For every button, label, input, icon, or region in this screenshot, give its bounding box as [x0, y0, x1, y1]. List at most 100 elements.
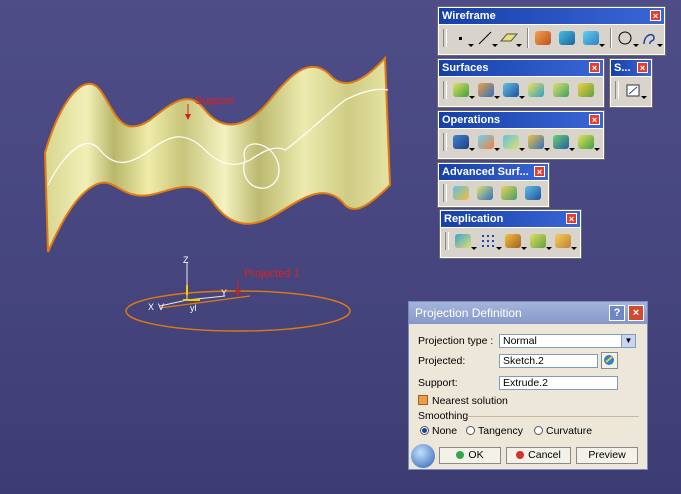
intersection-button[interactable]: [557, 28, 576, 48]
cancel-icon: [516, 451, 525, 459]
grip-handle[interactable]: [445, 232, 449, 250]
repetition-button[interactable]: [453, 231, 477, 251]
close-icon[interactable]: ×: [650, 10, 661, 21]
boundary-button[interactable]: [501, 132, 525, 152]
close-icon[interactable]: ×: [566, 213, 577, 224]
chevron-down-icon[interactable]: ▼: [621, 335, 635, 347]
plane-icon: [499, 33, 518, 42]
catalog-button[interactable]: [553, 231, 577, 251]
line-icon: [478, 31, 491, 45]
line-button[interactable]: [475, 28, 499, 48]
sketch-toolbar: S... ×: [609, 58, 653, 108]
close-icon[interactable]: ×: [534, 166, 545, 177]
close-icon[interactable]: ×: [589, 62, 600, 73]
close-icon[interactable]: ×: [589, 114, 600, 125]
dialog-title-bar[interactable]: Projection Definition ? ×: [409, 302, 647, 324]
circle-button[interactable]: [616, 28, 639, 48]
replication-toolbar-title[interactable]: Replication ×: [441, 211, 580, 227]
wrap-curve-button[interactable]: [475, 183, 494, 203]
select-icon: [604, 355, 614, 365]
loft-button[interactable]: [551, 80, 571, 100]
sweep-icon: [503, 83, 519, 97]
projected-label: Projected:: [418, 355, 466, 367]
surfaces-toolbar-title[interactable]: Surfaces ×: [439, 60, 603, 76]
blend-icon: [578, 83, 594, 97]
sweep-button[interactable]: [501, 80, 525, 100]
wrap-surface-icon: [501, 186, 518, 200]
close-icon[interactable]: ×: [637, 62, 648, 73]
operations-toolbar: Operations ×: [437, 110, 605, 160]
join-button[interactable]: [451, 132, 475, 152]
dialog-title: Projection Definition: [415, 306, 522, 320]
sketch-button[interactable]: [623, 80, 647, 100]
extrude-button[interactable]: [451, 80, 475, 100]
pattern-button[interactable]: [478, 231, 502, 251]
preview-button[interactable]: Preview: [576, 447, 638, 464]
extrapolate-button[interactable]: [576, 132, 600, 152]
wrap-curve-icon: [476, 186, 493, 200]
translate-icon: [553, 135, 569, 149]
close-button[interactable]: ×: [628, 305, 644, 321]
bump-button[interactable]: [451, 183, 470, 203]
repetition-icon: [455, 234, 471, 248]
offset-surface-button[interactable]: [476, 80, 500, 100]
smoothing-divider: [467, 416, 639, 417]
fillet-button[interactable]: [526, 132, 550, 152]
powercopy-icon: [505, 234, 521, 248]
support-field[interactable]: Extrude.2: [499, 376, 618, 390]
advanced-surfaces-toolbar-title[interactable]: Advanced Surf... ×: [439, 164, 548, 180]
select-element-button[interactable]: [601, 352, 618, 369]
powercopy-button[interactable]: [503, 231, 527, 251]
support-surface: [43, 55, 392, 253]
radio-selected-icon: [420, 426, 429, 435]
smoothing-tangency-radio[interactable]: Tangency: [466, 425, 523, 437]
axis-v-label: V: [158, 302, 165, 312]
point-button[interactable]: [451, 28, 475, 48]
advanced-surfaces-toolbar: Advanced Surf... ×: [437, 162, 550, 208]
translate-button[interactable]: [551, 132, 575, 152]
boundary-icon: [503, 135, 519, 149]
ok-icon: [456, 451, 465, 459]
plane-button[interactable]: [499, 28, 523, 48]
offset-icon: [583, 31, 600, 45]
nearest-solution-checkbox[interactable]: Nearest solution: [418, 395, 508, 407]
projection-button[interactable]: [533, 28, 552, 48]
spline-icon: [643, 33, 656, 45]
wireframe-toolbar-title[interactable]: Wireframe ×: [439, 8, 664, 24]
point-icon: [458, 36, 462, 40]
sketch-toolbar-title[interactable]: S... ×: [611, 60, 651, 76]
extrude-icon: [453, 83, 469, 97]
grip-handle[interactable]: [443, 81, 447, 99]
shape-morphing-button[interactable]: [524, 183, 543, 203]
shape-morphing-icon: [525, 186, 542, 200]
split-button[interactable]: [476, 132, 500, 152]
instantiate-button[interactable]: [528, 231, 552, 251]
axis-x-label: X: [148, 302, 155, 312]
grip-handle[interactable]: [443, 133, 447, 151]
projection-definition-dialog: Projection Definition ? × Projection typ…: [408, 301, 648, 470]
globe-icon: [411, 444, 435, 468]
grip-handle[interactable]: [443, 184, 447, 202]
instantiate-icon: [530, 234, 546, 248]
spline-button[interactable]: [640, 28, 663, 48]
operations-toolbar-title[interactable]: Operations ×: [439, 112, 603, 128]
projection-type-select[interactable]: Normal ▼: [499, 334, 636, 348]
extrapolate-icon: [578, 135, 594, 149]
blend-button[interactable]: [576, 80, 596, 100]
loft-icon: [553, 83, 569, 97]
smoothing-none-radio[interactable]: None: [420, 425, 457, 437]
cancel-button[interactable]: Cancel: [506, 447, 571, 464]
grip-handle[interactable]: [443, 29, 447, 47]
fill-button[interactable]: [526, 80, 546, 100]
projection-icon: [534, 31, 551, 45]
smoothing-curvature-radio[interactable]: Curvature: [534, 425, 592, 437]
help-button[interactable]: ?: [609, 305, 625, 321]
offset-button[interactable]: [582, 28, 605, 48]
projection-type-label: Projection type :: [418, 335, 494, 347]
smoothing-label: Smoothing: [418, 410, 469, 422]
ok-button[interactable]: OK: [439, 447, 501, 464]
projected-field[interactable]: Sketch.2: [499, 354, 598, 368]
catalog-icon: [555, 234, 571, 248]
wrap-surface-button[interactable]: [499, 183, 518, 203]
grip-handle[interactable]: [615, 81, 619, 99]
